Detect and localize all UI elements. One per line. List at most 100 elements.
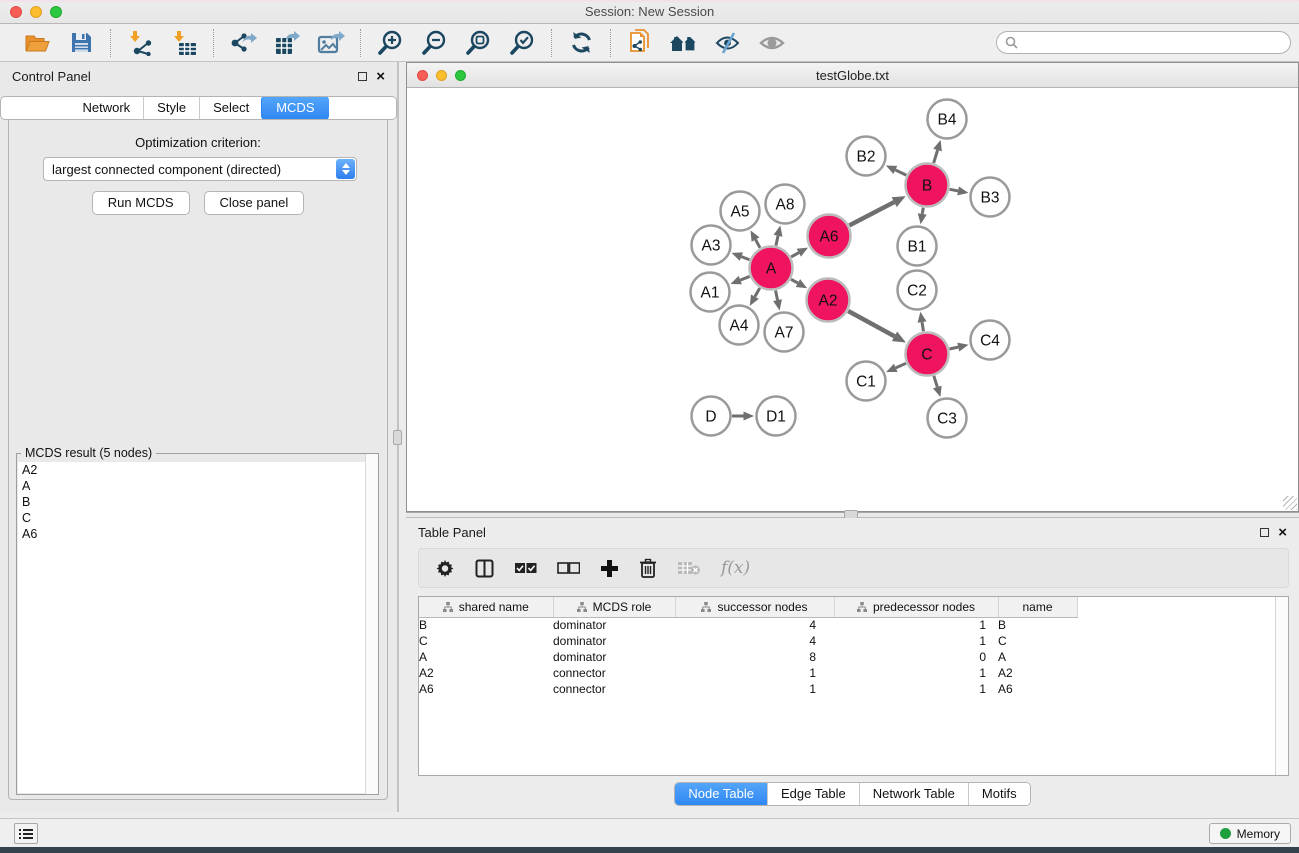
export-network-button[interactable] [226, 28, 260, 58]
edge-A-A3[interactable] [741, 257, 749, 260]
cell-shared-name[interactable]: B [419, 617, 553, 633]
deselect-all-columns-button[interactable] [557, 562, 580, 574]
criterion-select[interactable]: largest connected component (directed) [43, 157, 357, 181]
cell-successor-nodes[interactable]: 8 [675, 649, 834, 665]
table-row[interactable]: Bdominator41B [419, 617, 1078, 633]
fit-content-button[interactable] [461, 28, 495, 58]
edge-A-A7[interactable] [776, 291, 778, 301]
search-input[interactable] [1023, 36, 1282, 50]
mcds-result-item[interactable]: A6 [18, 526, 377, 542]
edge-C-C4[interactable] [949, 347, 958, 349]
cell-predecessor-nodes[interactable]: 1 [834, 633, 998, 649]
search-field[interactable] [996, 31, 1291, 54]
cell-predecessor-nodes[interactable]: 1 [834, 617, 998, 633]
cell-shared-name[interactable]: C [419, 633, 553, 649]
tab-motifs[interactable]: Motifs [968, 783, 1030, 805]
edge-B-B3[interactable] [950, 189, 958, 191]
window-resize-grip[interactable] [1283, 496, 1297, 510]
cell-name[interactable]: A6 [998, 681, 1077, 697]
tab-style[interactable]: Style [143, 97, 199, 119]
edge-A-A5[interactable] [756, 240, 760, 248]
edge-A-A6[interactable] [791, 253, 799, 257]
delete-table-button[interactable] [677, 560, 701, 576]
task-history-button[interactable] [14, 823, 38, 844]
column-header-shared-name[interactable]: shared name [419, 597, 553, 617]
edge-C-C3[interactable] [934, 376, 937, 387]
table-row[interactable]: A2connector11A2 [419, 665, 1078, 681]
zoom-selected-button[interactable] [505, 28, 539, 58]
import-table-from-file-button[interactable] [167, 28, 201, 58]
refresh-button[interactable] [564, 28, 598, 58]
memory-button[interactable]: Memory [1209, 823, 1291, 844]
tab-select[interactable]: Select [199, 97, 262, 119]
cell-MCDS-role[interactable]: dominator [553, 633, 675, 649]
network-graph[interactable]: B4B2BB3A5A8A6B1A3AC2A1A2A4A7C4CC1C3DD1 [407, 88, 1298, 511]
float-panel-icon[interactable] [358, 72, 367, 81]
cell-name[interactable]: A2 [998, 665, 1077, 681]
split-view-button[interactable] [475, 559, 494, 578]
add-column-button[interactable] [600, 559, 619, 578]
node-table[interactable]: shared nameMCDS rolesuccessor nodesprede… [418, 596, 1289, 776]
column-header-name[interactable]: name [998, 597, 1077, 617]
tab-network-table[interactable]: Network Table [859, 783, 968, 805]
edge-C-C1[interactable] [896, 363, 906, 368]
edge-A-A2[interactable] [791, 279, 798, 283]
hide-graphics-details-button[interactable] [711, 28, 745, 58]
close-panel-button[interactable]: Close panel [204, 191, 305, 215]
function-builder-button[interactable]: f(x) [721, 558, 750, 578]
tab-node-table[interactable]: Node Table [674, 782, 768, 806]
cell-predecessor-nodes[interactable]: 0 [834, 649, 998, 665]
edge-B-B4[interactable] [934, 150, 938, 163]
zoom-in-button[interactable] [373, 28, 407, 58]
network-window-titlebar[interactable]: testGlobe.txt [407, 63, 1298, 88]
select-all-columns-button[interactable] [514, 562, 537, 574]
mcds-result-list[interactable]: A2ABCA6 [18, 462, 377, 793]
table-row[interactable]: Adominator80A [419, 649, 1078, 665]
network-canvas[interactable]: B4B2BB3A5A8A6B1A3AC2A1A2A4A7C4CC1C3DD1 [407, 88, 1298, 511]
delete-column-button[interactable] [639, 558, 657, 578]
edge-A-A4[interactable] [755, 288, 760, 297]
cell-successor-nodes[interactable]: 1 [675, 681, 834, 697]
table-row[interactable]: Cdominator41C [419, 633, 1078, 649]
cell-MCDS-role[interactable]: dominator [553, 649, 675, 665]
cell-name[interactable]: A [998, 649, 1077, 665]
cell-name[interactable]: B [998, 617, 1077, 633]
run-mcds-button[interactable]: Run MCDS [92, 191, 190, 215]
table-settings-button[interactable] [435, 558, 455, 578]
mcds-result-item[interactable]: A [18, 478, 377, 494]
vertical-divider-grip[interactable] [393, 430, 402, 445]
tab-edge-table[interactable]: Edge Table [767, 783, 859, 805]
cell-successor-nodes[interactable]: 4 [675, 617, 834, 633]
edge-C-C2[interactable] [922, 322, 923, 331]
mcds-result-item[interactable]: C [18, 510, 377, 526]
table-scrollbar[interactable] [1275, 597, 1288, 775]
mcds-list-scrollbar[interactable] [365, 454, 378, 794]
export-table-button[interactable] [270, 28, 304, 58]
cell-successor-nodes[interactable]: 4 [675, 633, 834, 649]
open-file-button[interactable] [20, 28, 54, 58]
home-button[interactable] [667, 28, 701, 58]
cell-predecessor-nodes[interactable]: 1 [834, 681, 998, 697]
show-graphics-details-button[interactable] [755, 28, 789, 58]
cell-successor-nodes[interactable]: 1 [675, 665, 834, 681]
save-session-button[interactable] [64, 28, 98, 58]
cell-shared-name[interactable]: A [419, 649, 553, 665]
tab-network[interactable]: Network [69, 97, 143, 119]
edge-A-A8[interactable] [776, 236, 778, 246]
column-header-predecessor-nodes[interactable]: predecessor nodes [834, 597, 998, 617]
edge-B-B1[interactable] [922, 208, 923, 214]
float-table-panel-icon[interactable] [1260, 528, 1269, 537]
close-table-panel-icon[interactable]: × [1278, 528, 1287, 537]
column-header-MCDS-role[interactable]: MCDS role [553, 597, 675, 617]
cell-shared-name[interactable]: A6 [419, 681, 553, 697]
cell-shared-name[interactable]: A2 [419, 665, 553, 681]
mcds-result-item[interactable]: A2 [18, 462, 377, 478]
new-session-button[interactable] [623, 28, 657, 58]
table-row[interactable]: A6connector11A6 [419, 681, 1078, 697]
edge-A2-C[interactable] [848, 311, 894, 336]
mcds-result-item[interactable]: B [18, 494, 377, 510]
tab-mcds[interactable]: MCDS [261, 96, 328, 120]
cell-predecessor-nodes[interactable]: 1 [834, 665, 998, 681]
cell-name[interactable]: C [998, 633, 1077, 649]
edge-A6-B[interactable] [849, 202, 894, 225]
